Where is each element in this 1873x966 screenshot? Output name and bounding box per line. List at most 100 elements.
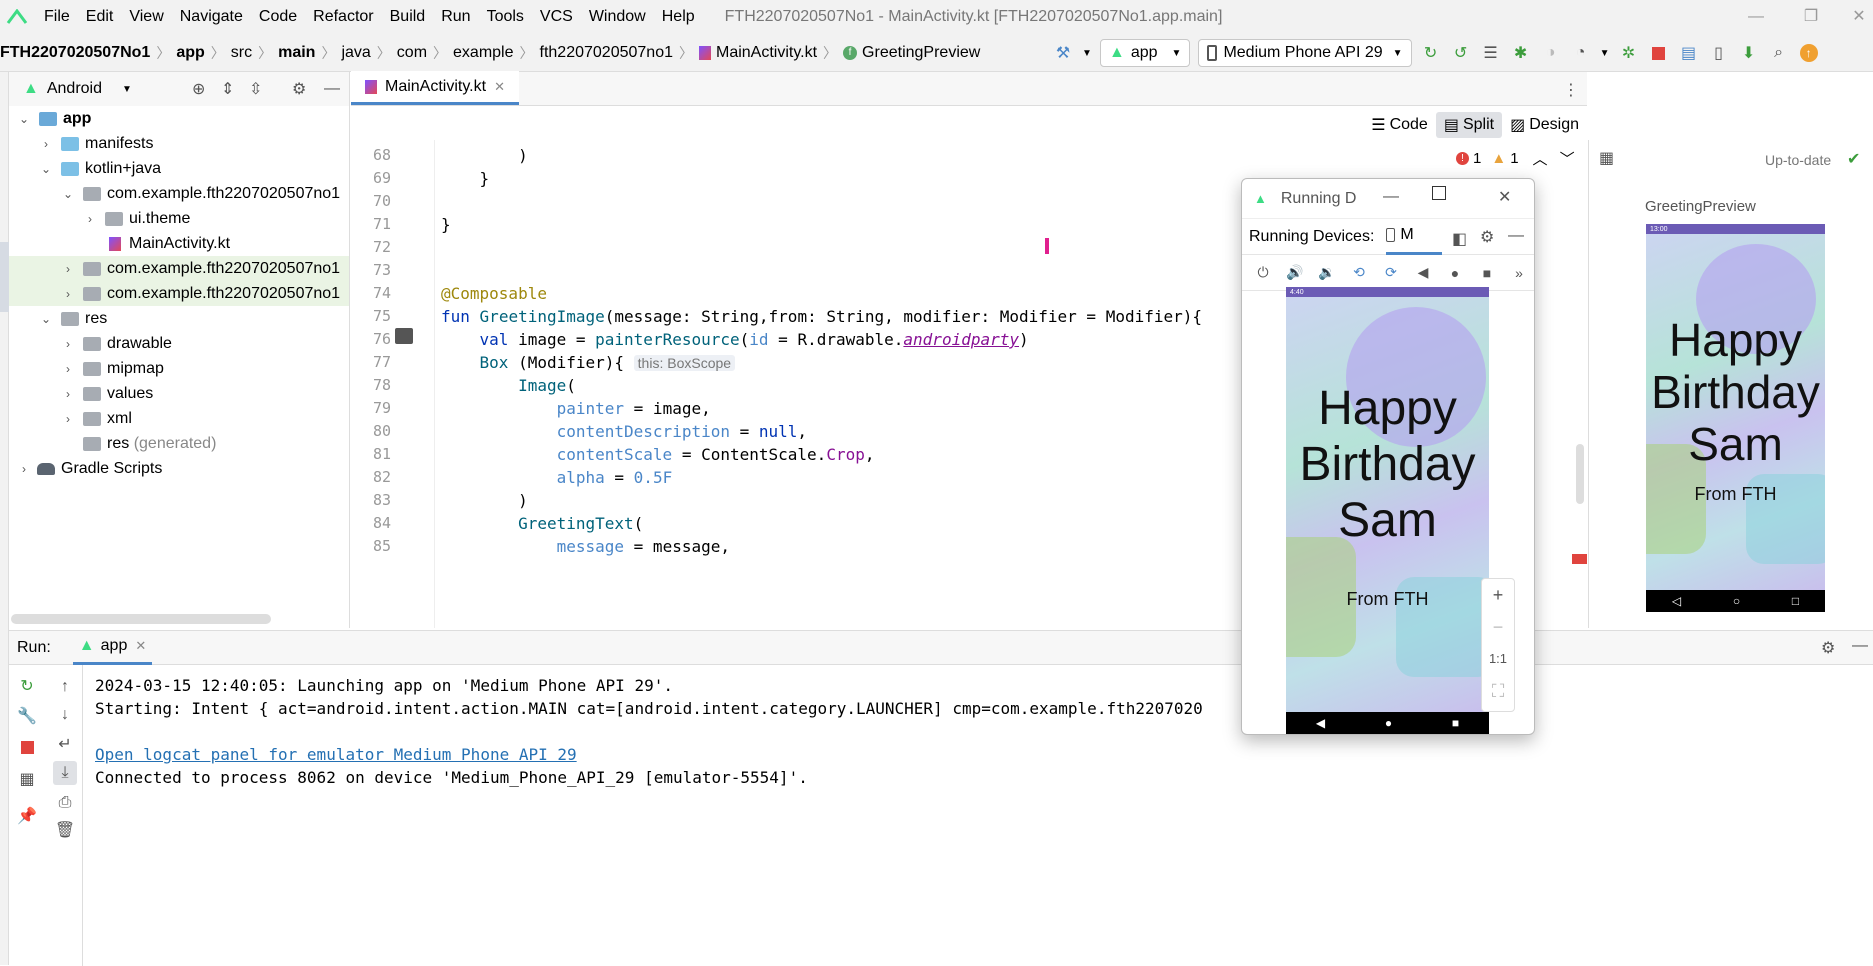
breadcrumb-src[interactable]: src [225,44,258,62]
scroll-to-end-icon[interactable]: ⤓ [53,761,77,785]
chevron-down-icon[interactable]: ⌄ [61,187,75,201]
run-config-dropdown[interactable]: ▲ app ▼ [1100,39,1191,67]
menu-help[interactable]: Help [654,0,703,34]
breadcrumb-com[interactable]: com [391,44,433,62]
breadcrumb-function[interactable]: f GreetingPreview [837,44,986,62]
menu-view[interactable]: View [121,0,171,34]
left-tool-strip[interactable] [0,72,9,965]
restore-button[interactable]: ❐ [1800,6,1822,28]
minimize-button[interactable]: — [1383,188,1399,206]
project-tool-tab[interactable] [0,242,9,312]
zoom-in-button[interactable]: + [1482,585,1514,606]
open-logcat-link[interactable]: Open logcat panel for emulator Medium Ph… [95,745,577,764]
tree-item-gradle-scripts[interactable]: › Gradle Scripts [17,456,162,481]
error-stripe-marker[interactable] [1572,554,1587,564]
debug-icon[interactable]: ✱ [1509,41,1533,65]
split-view-button[interactable]: ▤ Split [1435,112,1503,138]
chevron-right-icon[interactable]: › [61,412,75,426]
attach-debugger-icon[interactable]: ✲ [1617,41,1641,65]
profile-icon[interactable]: ◔ [1569,41,1593,65]
hide-panel-icon[interactable]: — [1508,227,1524,245]
nav-back-icon[interactable]: ◀ [1316,716,1325,730]
tree-item-res[interactable]: ⌄ res [39,306,107,331]
gear-icon[interactable]: ⚙ [1480,227,1494,247]
nav-recents-icon[interactable]: ■ [1452,716,1459,730]
tree-item-kotlin-java[interactable]: ⌄ kotlin+java [39,156,161,181]
gear-icon[interactable]: ⚙ [292,79,306,99]
chevron-right-icon[interactable]: › [61,287,75,301]
home-icon[interactable]: ● [1442,265,1468,281]
tree-item-mipmap[interactable]: › mipmap [61,356,164,381]
new-tab-icon[interactable]: ◧ [1452,229,1467,249]
rerun-icon[interactable]: ↻ [1419,41,1443,65]
gear-icon[interactable]: ⚙ [1821,638,1835,658]
chevron-right-icon[interactable]: › [61,362,75,376]
menu-file[interactable]: File [36,0,78,34]
back-icon[interactable]: ◀ [1410,264,1436,281]
collapse-all-icon[interactable]: ⇳ [249,79,262,99]
arrow-up-icon[interactable]: ↑ [53,675,77,699]
nav-home-icon[interactable]: ● [1385,716,1392,730]
menu-run[interactable]: Run [433,0,478,34]
vertical-scrollbar[interactable] [1576,444,1584,504]
hammer-icon[interactable]: ⚒ [1051,41,1075,65]
tree-item-xml[interactable]: › xml [61,406,132,431]
volume-down-icon[interactable]: 🔉 [1314,264,1340,281]
tree-item-mainactivity[interactable]: MainActivity.kt [109,231,230,256]
expand-all-icon[interactable]: ⇕ [221,79,234,99]
code-view-button[interactable]: ☰ Code [1363,112,1436,138]
running-devices-titlebar[interactable]: ▲ Running D — ✕ [1242,179,1534,219]
sdk-manager-icon[interactable]: ⬇ [1737,41,1761,65]
breadcrumb-file[interactable]: MainActivity.kt [693,44,823,62]
maximize-button[interactable] [1432,186,1446,200]
crosshair-icon[interactable]: ⊕ [192,79,205,99]
tree-item-app[interactable]: ⌄ app [17,106,91,131]
pin-icon[interactable]: 📌 [15,805,39,829]
chevron-down-icon[interactable]: ⌄ [39,312,53,326]
preview-phone-screen[interactable]: 13:00 Happy Birthday Sam From FTH ◁ ○ □ [1646,224,1825,612]
layers-icon[interactable]: ▦ [1599,148,1614,168]
menu-code[interactable]: Code [251,0,305,34]
close-tab-icon[interactable]: ✕ [494,79,505,95]
device-tab[interactable]: M [1386,219,1443,255]
soft-wrap-icon[interactable]: ↵ [53,733,77,757]
update-icon[interactable]: ↑ [1797,41,1821,65]
menu-tools[interactable]: Tools [479,0,532,34]
device-manager-icon[interactable]: ▤ [1677,41,1701,65]
rotate-right-icon[interactable]: ⟳ [1378,264,1404,281]
breadcrumb-example[interactable]: example [447,44,519,62]
tree-item-res-generated[interactable]: res (generated) [61,431,216,456]
hide-panel-icon[interactable]: — [1852,637,1868,655]
chevron-down-icon[interactable]: ▼ [1081,41,1093,65]
tree-item-drawable[interactable]: › drawable [61,331,172,356]
tree-item-manifests[interactable]: › manifests [39,131,153,156]
chevron-down-icon[interactable]: ⌄ [39,162,53,176]
design-view-button[interactable]: ▨ Design [1502,112,1587,138]
stop-icon[interactable] [15,738,39,762]
device-dropdown[interactable]: Medium Phone API 29 ▼ [1198,39,1412,67]
chevron-right-icon[interactable]: › [39,137,53,151]
close-button[interactable]: ✕ [1498,187,1511,207]
menu-refactor[interactable]: Refactor [305,0,381,34]
close-button[interactable]: ✕ [1848,6,1870,28]
zoom-actual-size-button[interactable]: 1:1 [1482,651,1514,666]
horizontal-scrollbar[interactable] [11,614,271,624]
arrow-down-icon[interactable]: ↓ [53,703,77,727]
breadcrumb-module[interactable]: app [170,44,210,62]
tree-item-package-main[interactable]: ⌄ com.example.fth2207020507no1 [61,181,340,206]
print-icon[interactable]: ⎙ [53,791,77,815]
more-options-icon[interactable]: ⋮ [1563,80,1579,100]
chevron-down-icon[interactable]: ⌄ [17,112,31,126]
tree-item-values[interactable]: › values [61,381,153,406]
menu-build[interactable]: Build [382,0,434,34]
power-icon[interactable]: ⏻ [1250,264,1276,281]
tree-item-ui-theme[interactable]: › ui.theme [83,206,190,231]
rotate-left-icon[interactable]: ⟲ [1346,264,1372,281]
layout-icon[interactable]: ▦ [15,768,39,792]
device-mirror-icon[interactable]: ▯ [1707,41,1731,65]
menu-edit[interactable]: Edit [78,0,122,34]
chevron-right-icon[interactable]: › [17,462,31,476]
overview-icon[interactable]: ■ [1474,265,1500,281]
search-icon[interactable]: ⌕ [1767,41,1791,65]
tree-item-package-androidtest[interactable]: › com.example.fth2207020507no1 [9,256,349,281]
